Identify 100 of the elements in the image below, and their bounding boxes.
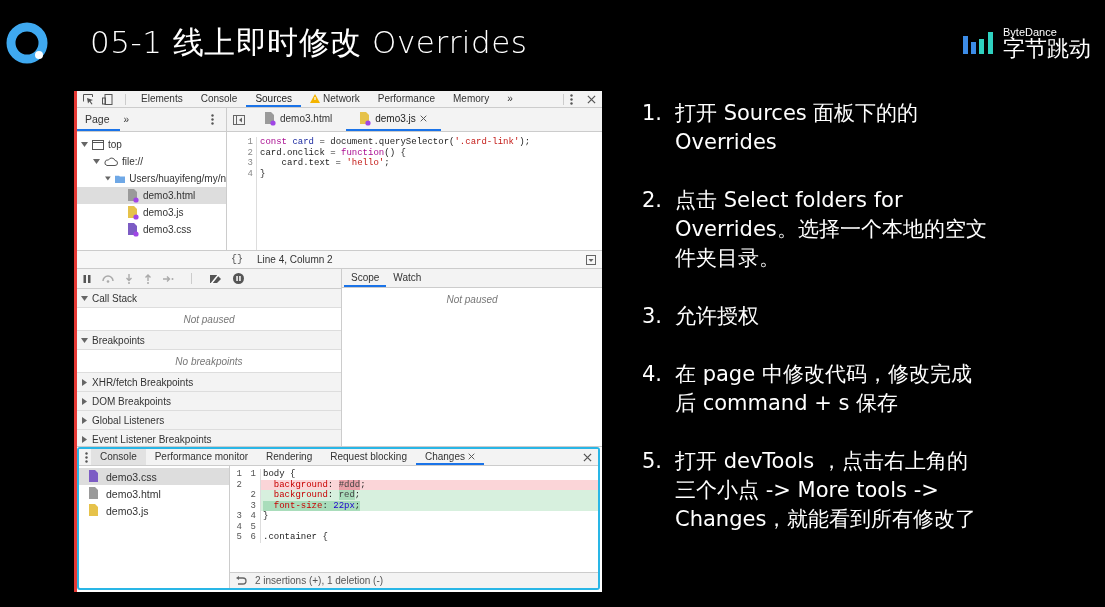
pretty-print-button[interactable]: {}: [231, 254, 243, 265]
more-tabs-button[interactable]: »: [498, 91, 522, 107]
collapsed-caret-icon[interactable]: [81, 378, 88, 386]
expanded-caret-icon[interactable]: [105, 175, 111, 182]
empty-message: Not paused: [445, 293, 499, 305]
slide-title: 05-1 线上即时修改 Overrides: [90, 23, 529, 62]
code-line: card.text = 'hello';: [280, 158, 391, 169]
drawer-tab[interactable]: Rendering: [257, 449, 322, 465]
section-header[interactable]: DOM Breakpoints: [77, 392, 341, 411]
undo-icon[interactable]: [236, 576, 247, 585]
section-header[interactable]: Breakpoints: [77, 331, 341, 350]
drawer-tab[interactable]: Performance monitor: [145, 449, 258, 465]
navigator-tab[interactable]: Page: [77, 108, 120, 131]
step-text: 允许授权: [675, 303, 759, 330]
expanded-caret-icon[interactable]: [81, 141, 88, 148]
line-number: 3: [246, 158, 253, 169]
line-number: 5: [235, 532, 242, 543]
sidebar-toggle-icon[interactable]: [233, 114, 245, 125]
diff-line: }: [262, 511, 269, 522]
panel-tab[interactable]: Elements: [132, 91, 192, 107]
pause-on-exceptions-icon[interactable]: [233, 273, 244, 284]
section-header[interactable]: Event Listener Breakpoints: [77, 430, 341, 446]
collapsed-caret-icon[interactable]: [81, 416, 88, 424]
diff-line: font-size: 22px;: [261, 500, 361, 511]
more-options-icon[interactable]: [85, 451, 88, 463]
file-tab[interactable]: demo3.html: [251, 108, 347, 131]
line-number: 4: [249, 511, 256, 522]
close-tab-icon[interactable]: [468, 452, 475, 460]
file-tab[interactable]: demo3.js: [346, 108, 441, 131]
diff-line: .container {: [262, 532, 328, 543]
section-header[interactable]: Global Listeners: [77, 411, 341, 430]
line-number: 6: [249, 532, 256, 543]
section-header[interactable]: Call Stack: [77, 289, 341, 308]
panel-tab[interactable]: Console: [191, 91, 247, 107]
app-logo-icon: [6, 22, 48, 64]
scope-tab[interactable]: Watch: [386, 269, 429, 287]
step-number: 1.: [642, 100, 664, 127]
tree-item[interactable]: demo3.js: [77, 204, 226, 221]
step-text: 点击 Select folders for Overrides。选择一个本地的空文 件夹目录。: [675, 187, 987, 272]
changed-file-item[interactable]: demo3.css: [79, 468, 229, 485]
tree-item[interactable]: Users/huayifeng/my/n: [77, 170, 226, 187]
diff-summary: 2 insertions (+), 1 deletion (-): [255, 575, 384, 586]
expanded-caret-icon[interactable]: [93, 158, 100, 165]
file-icon: [89, 469, 100, 484]
step-text: 打开 Sources 面板下的的 Overrides: [675, 100, 919, 156]
collapsed-caret-icon[interactable]: [81, 397, 88, 405]
panel-tab[interactable]: Performance: [368, 91, 444, 107]
tree-item[interactable]: demo3.css: [77, 221, 226, 238]
changed-file-item[interactable]: demo3.html: [79, 485, 229, 502]
step-number: 3.: [642, 303, 664, 330]
more-options-icon[interactable]: [211, 114, 214, 125]
tree-item[interactable]: file://: [77, 153, 226, 170]
frame-icon: [92, 139, 104, 150]
tree-item[interactable]: demo3.html: [77, 187, 226, 204]
step-number: 5.: [642, 448, 664, 475]
close-tab-icon[interactable]: [419, 115, 427, 122]
console-drawer-icon[interactable]: [586, 254, 596, 265]
line-number: 4: [246, 168, 253, 179]
scope-tab[interactable]: Scope: [344, 269, 387, 287]
section-header[interactable]: XHR/fetch Breakpoints: [77, 373, 341, 392]
deactivate-breakpoints-icon[interactable]: [209, 273, 222, 284]
device-icon[interactable]: [102, 93, 113, 105]
step-number: 4.: [642, 361, 664, 388]
expanded-caret-icon[interactable]: [81, 294, 88, 302]
diff-line: background: #ddd;: [272, 479, 366, 490]
cursor-position: Line 4, Column 2: [257, 254, 333, 265]
line-number: 5: [249, 521, 256, 532]
line-number: 1: [235, 469, 242, 480]
pause-icon[interactable]: [83, 274, 91, 283]
file-icon: [89, 503, 100, 518]
close-icon[interactable]: [583, 452, 592, 462]
drawer-tab[interactable]: Request blocking: [321, 449, 416, 465]
line-number: 1: [249, 469, 256, 480]
line-number: 2: [249, 490, 256, 501]
expanded-caret-icon[interactable]: [81, 336, 88, 344]
collapsed-caret-icon[interactable]: [81, 435, 88, 443]
line-number: 1: [246, 137, 253, 148]
folder-icon: [114, 173, 126, 184]
more-tabs-button[interactable]: »: [119, 114, 134, 125]
file-icon: [89, 486, 100, 501]
inspect-icon[interactable]: [83, 93, 94, 105]
panel-tab[interactable]: Memory: [444, 91, 499, 107]
line-number: 2: [235, 479, 242, 490]
close-icon[interactable]: [587, 94, 596, 104]
step-text: 在 page 中修改代码，修改完成 后 command + s 保存: [675, 361, 972, 417]
drawer-tab[interactable]: Console: [91, 449, 146, 465]
code-line: const card = document.querySelector('.card-link');: [260, 137, 531, 148]
brand-name: 字节跳动: [1003, 38, 1091, 60]
code-line: card.onclick = function() {: [260, 147, 407, 158]
line-number: 3: [235, 511, 242, 522]
cloud-icon: [104, 157, 118, 166]
more-options-icon[interactable]: [570, 93, 573, 105]
tree-item[interactable]: top: [77, 136, 226, 153]
line-number: 3: [249, 500, 256, 511]
changed-file-item[interactable]: demo3.js: [79, 502, 229, 519]
code-line: }: [260, 168, 267, 179]
panel-tab[interactable]: Network: [301, 91, 369, 107]
drawer-tab[interactable]: Changes: [415, 449, 484, 465]
line-number: 4: [235, 521, 242, 532]
step-text: 打开 devTools ，点击右上角的 三个小点 -> More tools -> Changes，就能看到所有修改了: [675, 448, 977, 533]
